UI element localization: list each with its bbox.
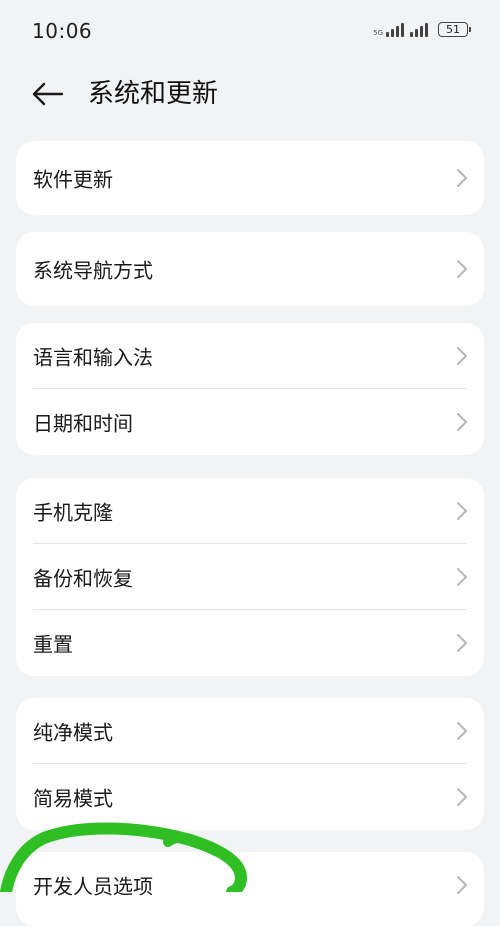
settings-item-simple-mode[interactable]: 简易模式 (16, 764, 484, 830)
settings-item-label: 语言和输入法 (33, 345, 153, 370)
chevron-right-icon (457, 876, 467, 894)
settings-group-6: 开发人员选项 (16, 852, 484, 926)
settings-item-label: 备份和恢复 (33, 566, 133, 591)
settings-group-5: 纯净模式 简易模式 (16, 698, 484, 830)
signal-icon-sim1: 5G (373, 21, 404, 37)
settings-item-date-time[interactable]: 日期和时间 (16, 389, 484, 455)
chevron-right-icon (457, 634, 467, 652)
status-icons: 5G 51 (373, 21, 471, 37)
settings-item-reset[interactable]: 重置 (16, 610, 484, 676)
settings-item-label: 纯净模式 (33, 720, 113, 745)
page-title: 系统和更新 (88, 79, 219, 109)
header: 系统和更新 (0, 62, 500, 126)
chevron-right-icon (457, 568, 467, 586)
settings-item-language-input[interactable]: 语言和输入法 (16, 323, 484, 389)
status-bar: 10:06 5G 51 (0, 0, 500, 60)
signal-icon-sim2 (410, 21, 428, 37)
settings-group-1: 软件更新 (16, 141, 484, 215)
settings-item-navigation-mode[interactable]: 系统导航方式 (16, 232, 484, 306)
status-time: 10:06 (32, 19, 93, 43)
network-type-label: 5G (373, 29, 383, 37)
battery-icon: 51 (438, 22, 471, 37)
settings-item-backup-restore[interactable]: 备份和恢复 (16, 544, 484, 610)
settings-item-label: 日期和时间 (33, 411, 133, 436)
settings-group-4: 手机克隆 备份和恢复 重置 (16, 478, 484, 676)
settings-item-label: 系统导航方式 (33, 258, 153, 283)
chevron-right-icon (457, 169, 467, 187)
chevron-right-icon (457, 413, 467, 431)
settings-item-label: 手机克隆 (33, 500, 113, 525)
settings-item-pure-mode[interactable]: 纯净模式 (16, 698, 484, 764)
settings-item-label: 软件更新 (33, 167, 113, 192)
settings-item-developer-options[interactable]: 开发人员选项 (16, 852, 484, 926)
settings-item-label: 重置 (33, 632, 73, 657)
settings-item-software-update[interactable]: 软件更新 (16, 141, 484, 215)
settings-item-label: 开发人员选项 (33, 874, 153, 899)
chevron-right-icon (457, 347, 467, 365)
settings-item-phone-clone[interactable]: 手机克隆 (16, 478, 484, 544)
battery-level: 51 (446, 23, 460, 36)
chevron-right-icon (457, 788, 467, 806)
settings-group-3: 语言和输入法 日期和时间 (16, 323, 484, 455)
chevron-right-icon (457, 260, 467, 278)
settings-group-2: 系统导航方式 (16, 232, 484, 306)
chevron-right-icon (457, 502, 467, 520)
settings-item-label: 简易模式 (33, 786, 113, 811)
chevron-right-icon (457, 722, 467, 740)
arrow-left-icon[interactable] (30, 78, 66, 110)
